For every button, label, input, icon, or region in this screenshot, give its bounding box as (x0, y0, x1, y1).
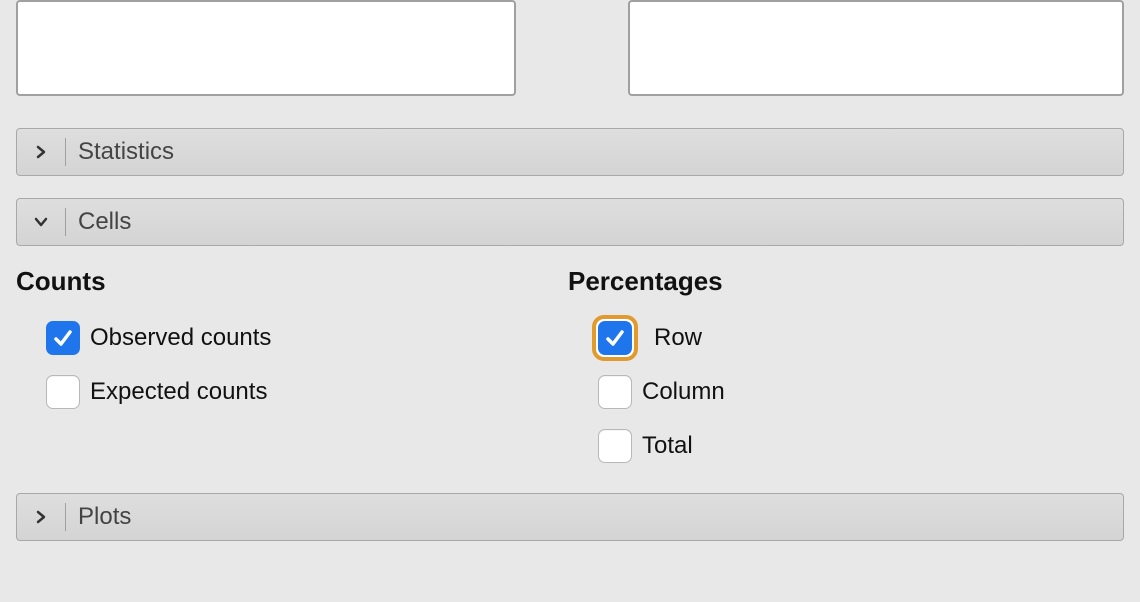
accordion-statistics[interactable]: Statistics (16, 128, 1124, 176)
row-percentage-row: Row (598, 321, 1124, 355)
accordion-divider (65, 138, 66, 166)
row-percentage-label: Row (654, 324, 702, 352)
expected-counts-checkbox[interactable] (46, 375, 80, 409)
expected-counts-row: Expected counts (46, 375, 568, 409)
row-percentage-checkbox-focused[interactable] (598, 321, 632, 355)
observed-counts-row: Observed counts (46, 321, 568, 355)
column-percentage-checkbox[interactable] (598, 375, 632, 409)
chevron-right-icon (17, 145, 65, 159)
accordion-cells[interactable]: Cells (16, 198, 1124, 246)
chevron-right-icon (17, 510, 65, 524)
total-percentage-label: Total (642, 432, 693, 460)
percentages-heading: Percentages (568, 266, 1124, 297)
expected-counts-label: Expected counts (90, 378, 267, 406)
focus-ring (592, 315, 638, 361)
top-panel-row (0, 0, 1140, 96)
accordion-plots[interactable]: Plots (16, 493, 1124, 541)
variables-list-left[interactable] (16, 0, 516, 96)
column-percentage-label: Column (642, 378, 725, 406)
accordion-cells-label: Cells (78, 208, 131, 236)
total-percentage-row: Total (598, 429, 1124, 463)
chevron-down-icon (17, 215, 65, 229)
percentages-column: Percentages Row Column Total (568, 266, 1124, 483)
cells-content: Counts Observed counts Expected counts P… (0, 246, 1140, 483)
counts-heading: Counts (16, 266, 568, 297)
accordion-statistics-label: Statistics (78, 138, 174, 166)
observed-counts-label: Observed counts (90, 324, 271, 352)
total-percentage-checkbox[interactable] (598, 429, 632, 463)
accordion-divider (65, 503, 66, 531)
accordion-plots-label: Plots (78, 503, 131, 531)
accordion-divider (65, 208, 66, 236)
counts-column: Counts Observed counts Expected counts (16, 266, 568, 483)
variables-list-right[interactable] (628, 0, 1124, 96)
observed-counts-checkbox[interactable] (46, 321, 80, 355)
column-percentage-row: Column (598, 375, 1124, 409)
